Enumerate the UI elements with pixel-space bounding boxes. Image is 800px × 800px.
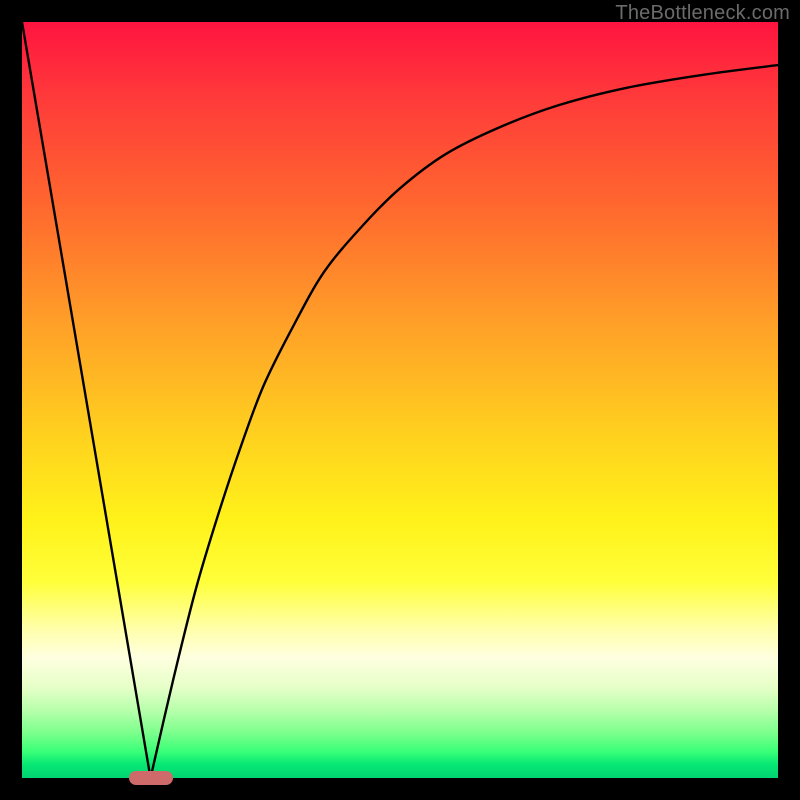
bottleneck-curve [22,22,778,778]
chart-frame: TheBottleneck.com [0,0,800,800]
plot-area [22,22,778,778]
curve-layer [22,22,778,778]
minimum-marker [129,771,173,785]
